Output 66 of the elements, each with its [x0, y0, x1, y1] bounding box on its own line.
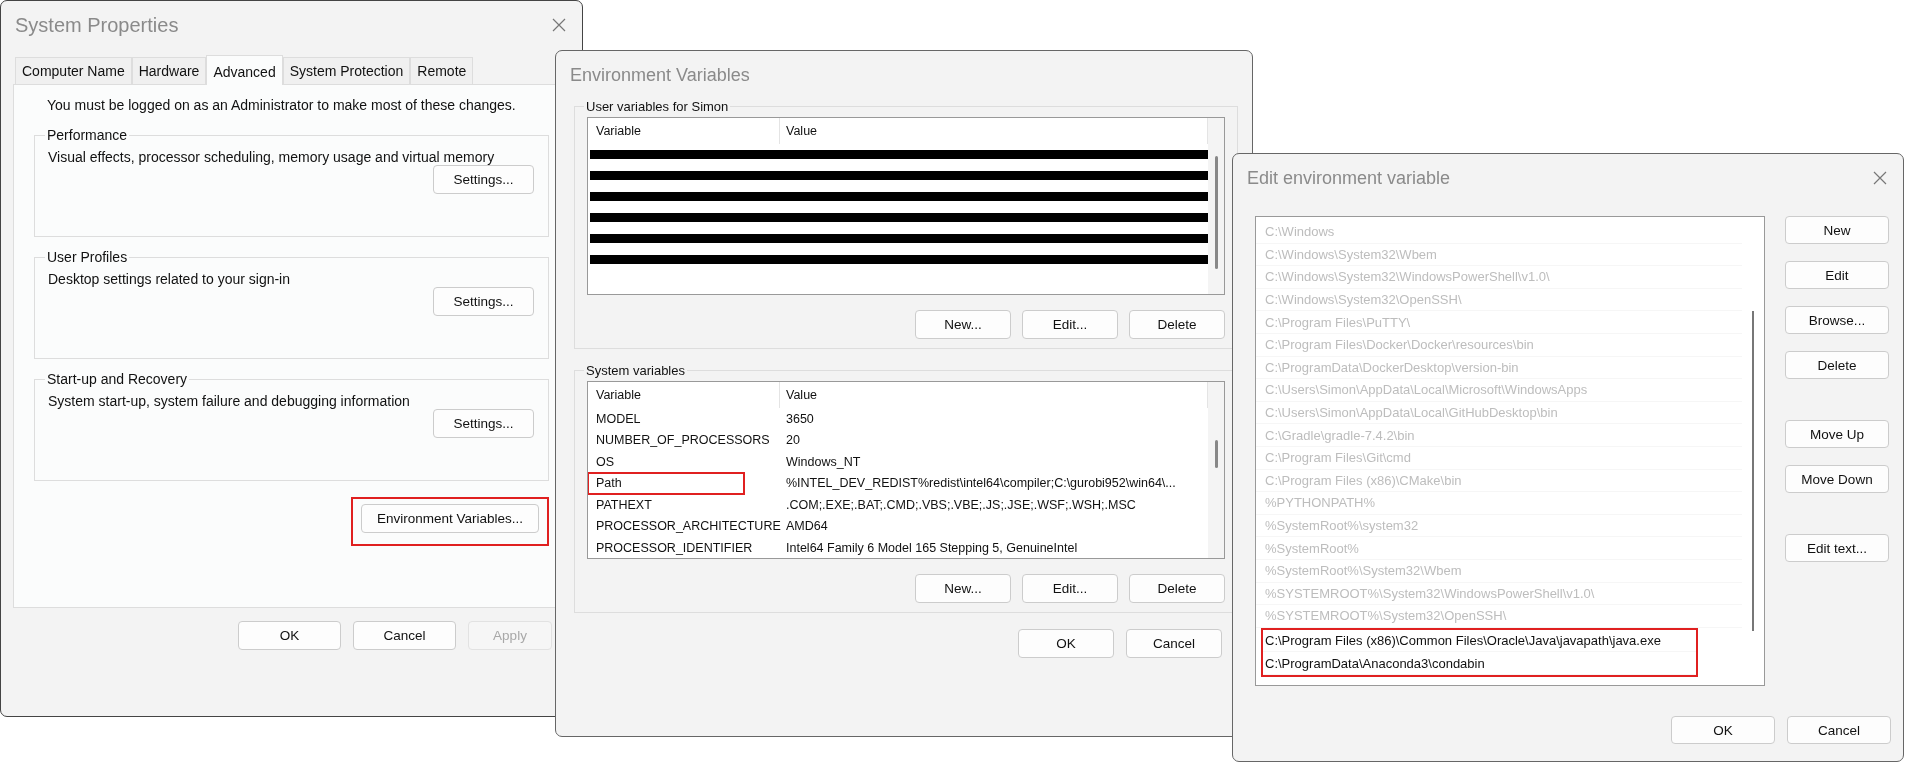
variable-name[interactable]: OS: [588, 454, 780, 469]
list-button[interactable]: Delete: [1129, 574, 1225, 603]
path-entry[interactable]: C:\Program Files (x86)\Common Files\Oracle\Java\javapath\java.exe: [1263, 633, 1661, 648]
variable-value: 20: [785, 433, 801, 448]
group-title: Start-up and Recovery: [46, 371, 189, 387]
action-button[interactable]: New: [1785, 216, 1889, 244]
scrollbar-thumb[interactable]: [1752, 311, 1754, 631]
settings-button[interactable]: Settings...: [433, 165, 534, 194]
close-icon[interactable]: [1873, 171, 1887, 185]
action-button[interactable]: Browse...: [1785, 306, 1889, 334]
variable-value: AMD64: [785, 519, 829, 534]
action-button[interactable]: Move Down: [1785, 465, 1889, 493]
environment-variables-button[interactable]: Environment Variables...: [361, 504, 539, 533]
action-button[interactable]: Edit text...: [1785, 534, 1889, 562]
tab[interactable]: Hardware: [131, 57, 207, 84]
group-description: Visual effects, processor scheduling, memory usage and virtual memory: [48, 149, 496, 165]
settings-button[interactable]: Settings...: [433, 287, 534, 316]
variable-name[interactable]: Path: [588, 472, 744, 494]
list-button[interactable]: Edit...: [1022, 574, 1118, 603]
group-title: System variables: [585, 363, 686, 378]
list-button[interactable]: Edit...: [1022, 310, 1118, 339]
list-button[interactable]: New...: [915, 310, 1011, 339]
notice-text: You must be logged on as an Administrator to make most of these changes.: [46, 97, 517, 113]
variable-value: Intel64 Family 6 Model 165 Stepping 5, GenuineIntel: [785, 540, 1079, 555]
variable-value: Windows_NT: [785, 454, 862, 469]
dialog-button[interactable]: OK: [238, 621, 341, 650]
scrollbar-thumb[interactable]: [1214, 440, 1218, 468]
tab[interactable]: System Protection: [282, 57, 411, 84]
variable-value: .COM;.EXE;.BAT;.CMD;.VBS;.VBE;.JS;.JSE;.WSF;.WSH;.MSC: [785, 497, 1137, 512]
group-title: Performance: [46, 127, 129, 143]
path-list[interactable]: [1255, 216, 1765, 686]
window-title: Environment Variables: [570, 64, 750, 86]
tab[interactable]: Computer Name: [15, 57, 132, 84]
close-icon[interactable]: [552, 18, 566, 32]
group-title: User Profiles: [46, 249, 129, 265]
action-button[interactable]: Edit: [1785, 261, 1889, 289]
variable-name[interactable]: PATHEXT: [588, 497, 780, 512]
action-button[interactable]: Move Up: [1785, 420, 1889, 448]
group-description: Desktop settings related to your sign-in: [48, 271, 291, 287]
variable-value: %INTEL_DEV_REDIST%redist\intel64\compiler;C:\gurobi952\win64\...: [785, 476, 1177, 491]
dialog-button[interactable]: OK: [1018, 629, 1114, 658]
variable-name[interactable]: PROCESSOR_ARCHITECTURE: [588, 519, 780, 534]
tab[interactable]: Remote: [410, 57, 474, 84]
variables-list[interactable]: [587, 381, 1225, 559]
action-button[interactable]: Delete: [1785, 351, 1889, 379]
group-description: System start-up, system failure and debugging information: [48, 393, 411, 409]
column-header[interactable]: Variable: [588, 382, 780, 408]
window-title: Edit environment variable: [1247, 167, 1451, 189]
scrollbar-thumb[interactable]: [1214, 156, 1218, 269]
window-title: System Properties: [15, 13, 179, 37]
variable-name[interactable]: NUMBER_OF_PROCESSORS: [588, 433, 780, 448]
dialog-button[interactable]: Cancel: [353, 621, 456, 650]
settings-button[interactable]: Settings...: [433, 409, 534, 438]
variable-name[interactable]: PROCESSOR_IDENTIFIER: [588, 540, 780, 555]
column-header[interactable]: Variable: [588, 118, 780, 144]
variables-list[interactable]: Variable Value: [587, 117, 1225, 295]
list-button[interactable]: New...: [915, 574, 1011, 603]
dialog-button[interactable]: OK: [1671, 716, 1775, 744]
dialog-button[interactable]: Cancel: [1126, 629, 1222, 658]
group-title: User variables for Simon: [585, 99, 730, 114]
variable-value: 3650: [785, 411, 815, 426]
variable-name[interactable]: MODEL: [588, 411, 780, 426]
dialog-button[interactable]: Cancel: [1787, 716, 1891, 744]
path-entry[interactable]: C:\ProgramData\Anaconda3\condabin: [1263, 655, 1485, 671]
tab[interactable]: Advanced: [206, 55, 283, 85]
list-button[interactable]: Delete: [1129, 310, 1225, 339]
